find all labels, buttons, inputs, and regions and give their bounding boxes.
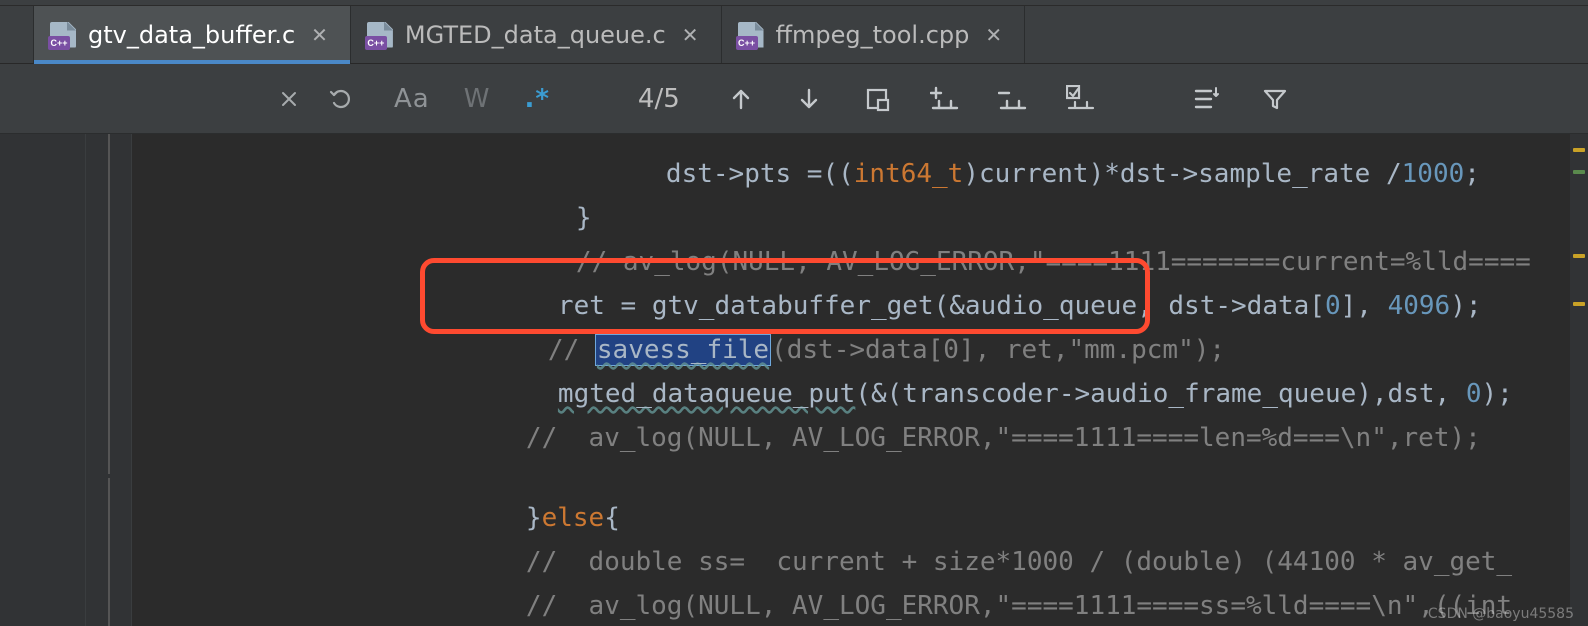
tab-bar: C++ gtv_data_buffer.c ✕ C++ MGTED_data_q… [0, 6, 1588, 64]
show-list-icon[interactable] [1192, 84, 1222, 114]
tab-ffmpeg-tool[interactable]: C++ ffmpeg_tool.cpp ✕ [722, 6, 1026, 63]
find-bar: Aa W .* 4/5 [0, 64, 1588, 134]
arrow-up-icon[interactable] [726, 84, 756, 114]
close-icon[interactable] [274, 84, 304, 114]
find-lead-spacer [0, 64, 34, 133]
remove-selection-icon[interactable] [998, 84, 1028, 114]
tab-label: ffmpeg_tool.cpp [776, 21, 970, 49]
overview-ruler[interactable] [1570, 134, 1588, 626]
tab-gtv-data-buffer[interactable]: C++ gtv_data_buffer.c ✕ [34, 6, 351, 63]
find-actions [708, 84, 1308, 114]
tab-lead-spacer [0, 6, 34, 63]
history-icon[interactable] [326, 84, 356, 114]
match-case-toggle[interactable]: Aa [394, 84, 430, 114]
cpp-file-icon: C++ [738, 22, 764, 48]
cpp-file-icon: C++ [367, 22, 393, 48]
add-selection-icon[interactable] [930, 84, 960, 114]
code-editor[interactable]: dst->pts =((int64_t)current)*dst->sample… [0, 134, 1588, 626]
whole-word-toggle[interactable]: W [464, 84, 491, 114]
cpp-file-icon: C++ [50, 22, 76, 48]
select-occurrences-icon[interactable] [1066, 84, 1096, 114]
close-icon[interactable]: ✕ [985, 23, 1002, 47]
tab-label: gtv_data_buffer.c [88, 21, 295, 49]
arrow-down-icon[interactable] [794, 84, 824, 114]
select-all-icon[interactable] [862, 84, 892, 114]
fold-column [86, 134, 132, 626]
close-icon[interactable]: ✕ [311, 23, 328, 47]
find-options: Aa W .* [374, 64, 570, 133]
regex-toggle[interactable]: .* [524, 84, 549, 114]
close-icon[interactable]: ✕ [682, 23, 699, 47]
code-comment: // av_log(NULL, AV_LOG_ERROR,"====1111==… [526, 591, 1512, 621]
code-content[interactable]: dst->pts =((int64_t)current)*dst->sample… [132, 134, 1588, 626]
match-count: 4/5 [610, 84, 708, 114]
find-input-area[interactable] [34, 64, 374, 133]
tab-mgted-data-queue[interactable]: C++ MGTED_data_queue.c ✕ [351, 6, 722, 63]
tab-label: MGTED_data_queue.c [405, 21, 666, 49]
gutter [0, 134, 86, 626]
watermark: CSDN @baoyu45585 [1428, 606, 1574, 622]
filter-icon[interactable] [1260, 84, 1290, 114]
